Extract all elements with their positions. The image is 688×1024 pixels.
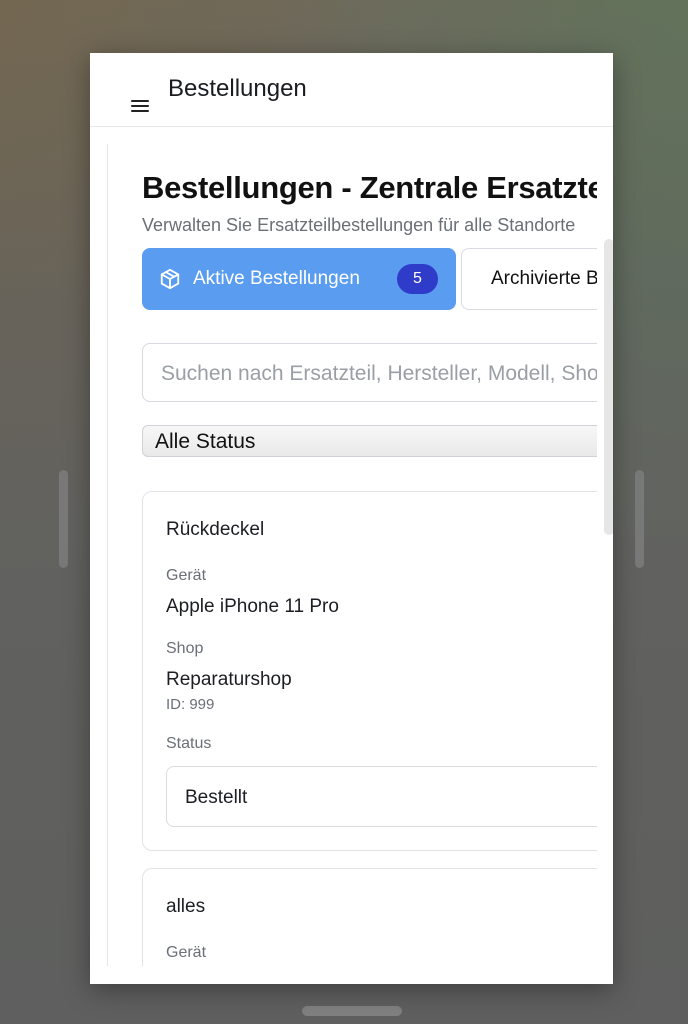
order-card: Rückdeckel Gerät Apple iPhone 11 Pro Sho… (142, 491, 597, 851)
device-value: Apple iPhone 11 Pro (166, 596, 339, 617)
tab-active-orders[interactable]: Aktive Bestellungen 5 (142, 248, 456, 310)
page-title: Bestellungen - Zentrale Ersatzteilbestel… (142, 170, 597, 205)
home-indicator[interactable] (302, 1006, 402, 1016)
tab-archived-orders-label: Archivierte Bestellungen (491, 268, 597, 289)
shop-value: Reparaturshop (166, 669, 292, 690)
device-label: Gerät (166, 567, 207, 584)
device-label: Gerät (166, 944, 207, 961)
status-filter-select[interactable]: Alle Status (142, 425, 597, 457)
order-status-value: Bestellt (185, 787, 248, 808)
order-card: alles Gerät (142, 868, 597, 966)
content-viewport: Bestellungen - Zentrale Ersatzteilbestel… (108, 144, 597, 966)
search-placeholder: Suchen nach Ersatzteil, Hersteller, Mode… (161, 362, 597, 385)
order-part-name: Rückdeckel (166, 519, 265, 540)
hamburger-menu-icon[interactable] (131, 98, 149, 114)
status-label: Status (166, 735, 212, 752)
page-subtitle: Verwalten Sie Ersatzteilbestellungen für… (142, 215, 576, 235)
right-resize-handle[interactable] (635, 470, 644, 568)
order-status-select[interactable]: Bestellt (166, 766, 597, 827)
app-header: Bestellungen (90, 53, 613, 127)
shop-label: Shop (166, 640, 204, 657)
header-title: Bestellungen (168, 75, 307, 102)
status-filter-value: Alle Status (155, 430, 256, 453)
order-part-name: alles (166, 896, 206, 917)
main-content: Bestellungen - Zentrale Ersatzteilbestel… (107, 144, 613, 966)
box-icon (160, 268, 180, 290)
shop-id: ID: 999 (166, 696, 215, 713)
search-input[interactable]: Suchen nach Ersatzteil, Hersteller, Mode… (142, 343, 597, 402)
vertical-scrollbar[interactable] (604, 239, 613, 535)
tab-archived-orders[interactable]: Archivierte Bestellungen (461, 248, 597, 310)
active-orders-count-badge: 5 (397, 264, 438, 294)
left-resize-handle[interactable] (59, 470, 68, 568)
app-window: Bestellungen Bestellungen - Zentrale Ers… (90, 53, 613, 984)
tab-active-orders-label: Aktive Bestellungen (193, 268, 360, 289)
